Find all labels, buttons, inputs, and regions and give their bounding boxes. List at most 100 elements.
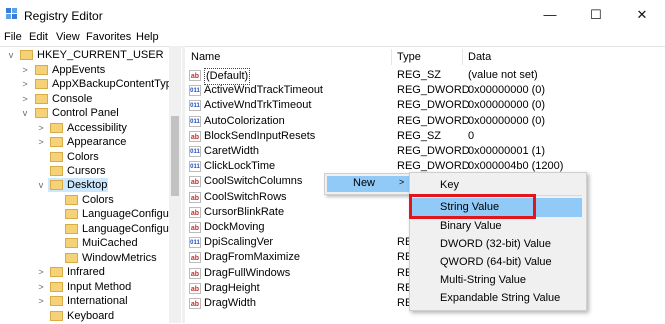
menu-view[interactable]: View: [56, 31, 80, 43]
tree-item-label: Colors: [67, 151, 99, 163]
value-data: (value not set): [468, 69, 538, 81]
value-data: 0x00000000 (0): [468, 84, 546, 97]
close-button[interactable]: ✕: [619, 0, 665, 30]
value-name: ActiveWndTrkTimeout: [204, 99, 312, 112]
tree-item[interactable]: > AppXBackupContentType: [0, 77, 178, 91]
string-value-icon: ab: [189, 191, 201, 203]
tree-item[interactable]: Cursors: [0, 164, 170, 178]
folder-icon: [65, 253, 78, 263]
expand-icon[interactable]: >: [36, 265, 46, 279]
folder-icon: [50, 282, 63, 292]
expand-icon[interactable]: >: [36, 280, 46, 294]
tree-item-label: Appearance: [67, 136, 127, 148]
menu-item-new[interactable]: New: [353, 177, 375, 189]
tree-item-label: International: [67, 295, 128, 307]
column-header-data[interactable]: Data: [468, 51, 491, 63]
tree-item-label: HKEY_CURRENT_USER: [37, 49, 164, 61]
menu-help[interactable]: Help: [136, 31, 159, 43]
value-data: 0: [468, 129, 475, 142]
tree-item-label: LanguageConfigura: [82, 208, 179, 220]
menu-edit[interactable]: Edit: [29, 31, 48, 43]
menu-item-multi-string-value[interactable]: Multi-String Value: [440, 271, 526, 289]
menu-item-binary-value[interactable]: Binary Value: [440, 217, 502, 235]
collapse-icon[interactable]: v: [36, 178, 46, 192]
menu-item-dword-value[interactable]: DWORD (32-bit) Value: [440, 235, 551, 253]
tree-item-label: WindowMetrics: [82, 252, 157, 264]
folder-icon: [50, 296, 63, 306]
value-name: DockMoving: [204, 221, 265, 233]
maximize-button[interactable]: ☐: [573, 0, 619, 30]
menu-item-expandable-string-value[interactable]: Expandable String Value: [440, 289, 560, 307]
tree-item[interactable]: Colors: [0, 150, 170, 164]
tree-item[interactable]: > Infrared: [0, 265, 170, 279]
expand-icon[interactable]: >: [36, 135, 46, 149]
value-type: REG_SZ: [397, 69, 442, 81]
string-value-icon: ab: [189, 70, 201, 81]
folder-icon: [35, 108, 48, 118]
value-name: ClickLockTime: [204, 160, 276, 173]
tree-item[interactable]: MuiCached: [0, 236, 170, 250]
scrollbar-thumb[interactable]: [171, 116, 179, 196]
expand-icon[interactable]: >: [20, 92, 30, 106]
column-divider[interactable]: [391, 49, 392, 65]
tree-item[interactable]: > Accessibility: [0, 121, 170, 135]
column-header-type[interactable]: Type: [397, 51, 421, 63]
expand-icon[interactable]: >: [20, 77, 30, 91]
collapse-icon[interactable]: v: [20, 106, 30, 120]
expand-icon[interactable]: >: [20, 63, 30, 77]
value-name: ActiveWndTrackTimeout: [204, 84, 323, 97]
binary-value-icon: 011: [189, 115, 201, 127]
table-row[interactable]: ab BlockSendInputResets REG_SZ 0: [185, 129, 665, 144]
table-row[interactable]: 011 AutoColorization REG_DWORD 0x00000000 (…: [185, 114, 665, 129]
value-name: CoolSwitchColumns: [204, 175, 303, 188]
folder-icon: [50, 267, 63, 277]
table-row[interactable]: 011 ActiveWndTrackTimeout REG_DWORD 0x00000…: [185, 83, 665, 98]
menu-favorites[interactable]: Favorites: [86, 31, 131, 43]
table-row[interactable]: 011 ActiveWndTrkTimeout REG_DWORD 0x0000000…: [185, 98, 665, 113]
column-divider[interactable]: [462, 49, 463, 65]
tree-item[interactable]: > Console: [0, 92, 170, 106]
folder-icon: [65, 195, 78, 205]
tree-item[interactable]: Colors: [0, 193, 170, 207]
submenu-arrow-icon: >: [399, 177, 405, 187]
tree-item[interactable]: LanguageConfigura: [0, 222, 179, 236]
folder-icon: [35, 65, 48, 75]
value-name: DpiScalingVer: [204, 236, 274, 249]
tree-item[interactable]: WindowMetrics: [0, 251, 170, 265]
folder-icon: [35, 94, 48, 104]
menu-item-qword-value[interactable]: QWORD (64-bit) Value: [440, 253, 552, 271]
menu-item-key[interactable]: Key: [440, 176, 459, 194]
tree-item[interactable]: v HKEY_CURRENT_USER: [0, 48, 170, 62]
collapse-icon[interactable]: v: [6, 48, 16, 62]
binary-value-icon: 011: [189, 161, 201, 173]
minimize-button[interactable]: —: [527, 0, 573, 30]
tree-item-label: Desktop: [67, 179, 108, 191]
expand-icon[interactable]: >: [36, 121, 46, 135]
folder-icon: [50, 152, 63, 162]
menu-file[interactable]: File: [4, 31, 22, 43]
tree-item-label: Input Method: [67, 281, 132, 293]
tree-item[interactable]: v Control Panel: [0, 106, 170, 120]
tree-item-label: AppEvents: [52, 64, 106, 76]
tree-item-desktop[interactable]: v Desktop: [0, 178, 170, 192]
tree-item-label: AppXBackupContentType: [52, 78, 178, 90]
expand-icon[interactable]: >: [36, 294, 46, 308]
value-name: AutoColorization: [204, 114, 285, 127]
registry-editor-icon: [6, 8, 17, 19]
value-type: REG_DWORD: [397, 99, 470, 112]
string-value-icon: ab: [189, 298, 201, 309]
registry-key-tree[interactable]: v HKEY_CURRENT_USER > AppEvents > AppXBa…: [0, 46, 182, 324]
tree-item[interactable]: Keyboard: [0, 309, 170, 323]
table-row[interactable]: 011 CaretWidth REG_DWORD 0x00000001 (1): [185, 144, 665, 159]
tree-item[interactable]: > International: [0, 294, 170, 308]
title-bar: Registry Editor — ☐ ✕: [0, 0, 665, 30]
tree-item-label: Colors: [82, 194, 114, 206]
column-header-name[interactable]: Name: [191, 51, 220, 63]
tree-scrollbar[interactable]: [169, 46, 181, 323]
tree-item[interactable]: LanguageConfigura: [0, 207, 179, 221]
table-row[interactable]: ab (Default) REG_SZ (value not set): [185, 68, 665, 85]
tree-item-label: Cursors: [67, 165, 106, 177]
tree-item[interactable]: > Input Method: [0, 280, 170, 294]
tree-item[interactable]: > AppEvents: [0, 63, 170, 77]
tree-item[interactable]: > Appearance: [0, 135, 170, 149]
